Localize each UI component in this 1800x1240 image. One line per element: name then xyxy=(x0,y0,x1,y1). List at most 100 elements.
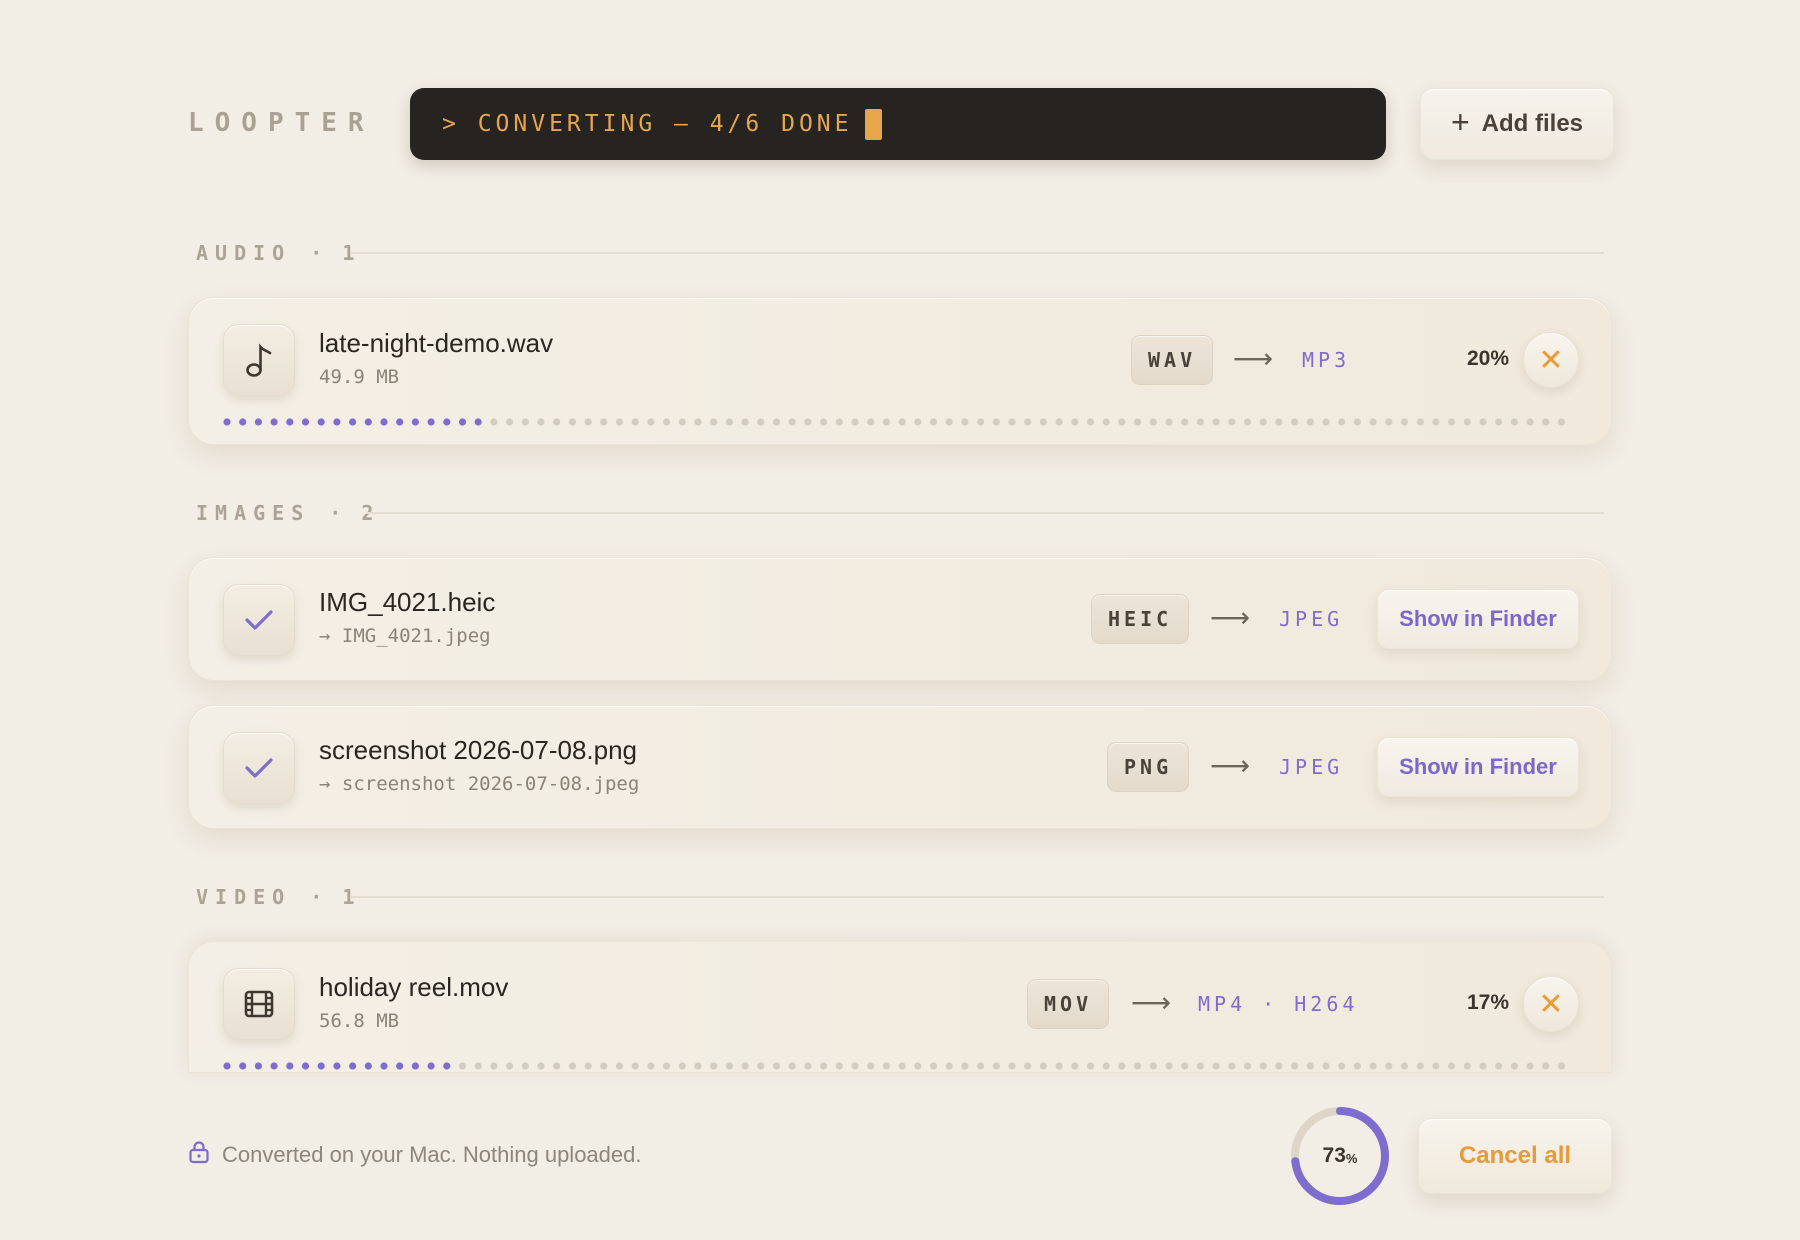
progress-dot xyxy=(1448,418,1456,426)
arrow-icon: ⟶ xyxy=(1210,602,1251,633)
progress-dot xyxy=(1243,1062,1252,1070)
progress-dot xyxy=(1526,418,1534,426)
progress-dot xyxy=(1149,1062,1157,1070)
progress-dot xyxy=(1071,418,1079,426)
progress-dot xyxy=(521,418,529,426)
show-in-finder-button[interactable]: Show in Finder xyxy=(1377,737,1579,797)
progress-dot xyxy=(1479,1062,1487,1070)
plus-icon: + xyxy=(1450,104,1470,140)
progress-dot xyxy=(898,1062,906,1070)
progress-dot-filled xyxy=(317,418,325,426)
progress-dot xyxy=(490,1062,498,1070)
progress-dot xyxy=(1338,418,1346,426)
progress-dot xyxy=(1071,1062,1079,1070)
file-card-png: screenshot 2026-07-08.png → screenshot 2… xyxy=(188,705,1612,829)
progress-dot xyxy=(1055,1062,1063,1070)
progress-dot-filled xyxy=(364,1062,372,1070)
overall-percent-value: 73 xyxy=(1322,1144,1346,1167)
progress-dot xyxy=(1118,418,1126,426)
source-format-badge: HEIC xyxy=(1091,594,1190,644)
progress-dot xyxy=(882,1062,891,1070)
progress-dot xyxy=(1039,1062,1047,1070)
progress-dot xyxy=(1118,1062,1126,1070)
film-icon xyxy=(223,968,295,1040)
progress-dot xyxy=(882,418,891,426)
cancel-all-button[interactable]: Cancel all xyxy=(1418,1118,1612,1194)
progress-dot xyxy=(820,418,828,426)
progress-dot xyxy=(757,418,765,426)
progress-dot xyxy=(929,418,938,426)
progress-dot xyxy=(1510,418,1518,426)
progress-dot-filled xyxy=(333,1062,341,1070)
progress-dot xyxy=(710,1062,718,1070)
progress-dot xyxy=(1039,418,1047,426)
progress-dot xyxy=(1086,1062,1095,1070)
progress-dot-filled xyxy=(443,1062,451,1070)
progress-dot xyxy=(1291,418,1299,426)
progress-dot-filled xyxy=(301,418,310,426)
progress-dot xyxy=(772,1062,781,1070)
progress-dot-filled xyxy=(239,1062,247,1070)
progress-dot xyxy=(992,1062,1000,1070)
progress-dot-filled xyxy=(239,418,247,426)
progress-dot xyxy=(678,418,686,426)
progress-dot-filled xyxy=(443,418,451,426)
progress-dot xyxy=(992,418,1000,426)
progress-dot xyxy=(835,418,843,426)
progress-dot xyxy=(867,1062,875,1070)
file-name: holiday reel.mov xyxy=(319,972,509,1002)
add-files-button[interactable]: + Add files xyxy=(1420,88,1614,160)
progress-dot xyxy=(1385,1062,1393,1070)
progress-dot-filled xyxy=(333,418,341,426)
progress-dot xyxy=(1259,418,1267,426)
progress-dot xyxy=(537,1062,545,1070)
progress-dot-filled xyxy=(349,418,357,426)
progress-dot xyxy=(1369,1062,1377,1070)
progress-dot-filled xyxy=(349,1062,357,1070)
progress-dot xyxy=(1557,418,1566,426)
progress-dot-filled xyxy=(270,1062,278,1070)
progress-dot xyxy=(741,1062,749,1070)
progress-dot-filled xyxy=(286,1062,294,1070)
progress-dot xyxy=(772,418,781,426)
progress-dot xyxy=(1416,1062,1424,1070)
progress-dot-filled xyxy=(254,1062,262,1070)
progress-dot xyxy=(1353,1062,1361,1070)
progress-percent: 17% xyxy=(1467,991,1510,1014)
progress-dot xyxy=(977,1062,985,1070)
progress-bar xyxy=(223,1062,1566,1070)
status-terminal: > CONVERTING — 4/6 DONE xyxy=(410,88,1386,160)
cancel-file-button[interactable]: ✕ xyxy=(1523,976,1579,1032)
progress-dot xyxy=(1526,1062,1534,1070)
progress-dot-filled xyxy=(223,418,231,426)
progress-dot xyxy=(584,1062,592,1070)
progress-dot xyxy=(553,418,561,426)
output-file-name: → screenshot 2026-07-08.jpeg xyxy=(319,773,640,795)
section-audio-header: AUDIO · 1 xyxy=(196,241,358,265)
overall-progress-ring: 73% xyxy=(1288,1104,1392,1208)
progress-dot xyxy=(1008,1062,1016,1070)
progress-dot xyxy=(1322,418,1330,426)
progress-dot xyxy=(1149,418,1157,426)
progress-dot xyxy=(914,1062,922,1070)
progress-dot xyxy=(615,418,624,426)
progress-dot xyxy=(1448,1062,1456,1070)
progress-dot xyxy=(1134,418,1142,426)
file-card-mov: holiday reel.mov 56.8 MB MOV ⟶ MP4 · H26… xyxy=(188,941,1612,1073)
lock-icon xyxy=(188,1140,210,1170)
progress-dot xyxy=(1463,418,1471,426)
progress-dot xyxy=(914,418,922,426)
close-icon: ✕ xyxy=(1538,343,1564,377)
progress-dot xyxy=(851,418,859,426)
progress-dot xyxy=(1557,1062,1566,1070)
progress-dot xyxy=(1024,1062,1032,1070)
progress-dot xyxy=(600,1062,608,1070)
progress-dot xyxy=(647,418,655,426)
check-icon xyxy=(223,732,295,804)
progress-dot xyxy=(710,418,718,426)
file-name: late-night-demo.wav xyxy=(319,328,554,358)
progress-dot-filled xyxy=(380,1062,388,1070)
cancel-file-button[interactable]: ✕ xyxy=(1523,332,1579,388)
show-in-finder-button[interactable]: Show in Finder xyxy=(1377,589,1579,649)
terminal-cursor xyxy=(864,108,882,140)
